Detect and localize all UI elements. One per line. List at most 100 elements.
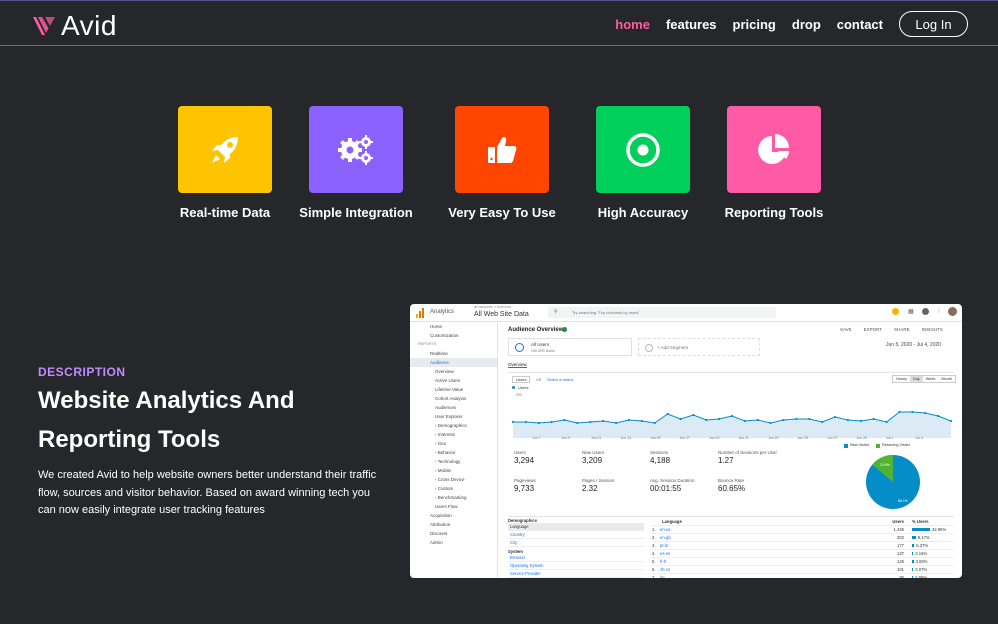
sidebar-item[interactable]: › Custom	[410, 484, 497, 493]
apps-grid-icon[interactable]: ▦	[908, 308, 914, 315]
add-segment[interactable]: + Add Segment	[638, 338, 760, 356]
ga-search[interactable]: ⚲ Try searching "Top channels by users"	[548, 307, 776, 318]
demo-language[interactable]: Language	[508, 523, 644, 531]
row-language[interactable]: de	[660, 574, 874, 578]
sidebar-item[interactable]: Audience	[410, 358, 497, 367]
share-button[interactable]: SHARE	[894, 327, 910, 332]
sys-os[interactable]: Operating System	[508, 562, 644, 570]
chart-point[interactable]	[821, 420, 824, 424]
sidebar-item[interactable]: Realtime	[410, 349, 497, 358]
chart-point[interactable]	[615, 421, 618, 425]
segment-all-users[interactable]: All Users 100.00% Users	[508, 338, 632, 356]
sidebar-item[interactable]: Home	[410, 322, 497, 331]
demo-city[interactable]: City	[508, 539, 644, 547]
sidebar-item[interactable]: › Mobile	[410, 466, 497, 475]
ga-property-select[interactable]: All Web Site Data	[474, 311, 529, 318]
sidebar-item[interactable]: › Demographics	[410, 421, 497, 430]
sidebar-item[interactable]: › Technology	[410, 457, 497, 466]
sidebar-item[interactable]: Admin	[410, 538, 497, 547]
help-icon[interactable]	[922, 308, 929, 315]
column-header[interactable]: Users	[874, 518, 904, 525]
avatar[interactable]	[948, 307, 957, 316]
table-row[interactable]: 2. en-gb 302 9.17%	[652, 534, 954, 542]
chart-point[interactable]	[679, 417, 682, 421]
chart-point[interactable]	[640, 419, 643, 423]
sidebar-item[interactable]: Audiences	[410, 403, 497, 412]
chart-point[interactable]	[718, 417, 721, 421]
table-row[interactable]: 5. fr-fr 126 3.83%	[652, 558, 954, 566]
table-row[interactable]: 1. en-us 1,446 42.95%	[652, 526, 954, 534]
select-metric-link[interactable]: Select a metric	[547, 377, 573, 382]
sidebar-item[interactable]: Users Flow	[410, 502, 497, 511]
granularity-day[interactable]: Day	[909, 376, 923, 382]
save-button[interactable]: SAVE	[840, 327, 852, 332]
table-row[interactable]: 4. es-es 137 3.16%	[652, 550, 954, 558]
sidebar-item[interactable]: User Explorer	[410, 412, 497, 421]
metric-select[interactable]: Users	[512, 376, 531, 383]
chart-point[interactable]	[937, 414, 940, 418]
chart-point[interactable]	[666, 412, 669, 416]
demo-country[interactable]: Country	[508, 531, 644, 539]
chart-point[interactable]	[782, 418, 785, 422]
sidebar-item[interactable]: Discover	[410, 529, 497, 538]
sidebar-item[interactable]: › Behavior	[410, 448, 497, 457]
column-header[interactable]: Language	[652, 518, 874, 525]
more-vert-icon[interactable]: ⋮	[936, 307, 942, 314]
sidebar-item[interactable]: › Cross Device	[410, 475, 497, 484]
chart-point[interactable]	[756, 418, 759, 422]
feature-reporting[interactable]: Reporting Tools	[704, 106, 844, 220]
chart-point[interactable]	[911, 410, 914, 414]
chart-point[interactable]	[730, 414, 734, 418]
row-language[interactable]: en-gb	[660, 534, 874, 541]
nav-home[interactable]: home	[615, 17, 650, 32]
notifications-icon[interactable]	[892, 308, 899, 315]
row-language[interactable]: es-es	[660, 550, 874, 557]
table-row[interactable]: 6. zh-cn 101 3.07%	[652, 566, 954, 574]
chart-point[interactable]	[885, 420, 888, 424]
chart-point[interactable]	[834, 415, 837, 419]
chart-point[interactable]	[872, 417, 875, 421]
chart-point[interactable]	[949, 419, 953, 423]
feature-easy[interactable]: Very Easy To Use	[432, 106, 572, 220]
chart-point[interactable]	[924, 411, 927, 415]
table-row[interactable]: 7. de 95 2.88%	[652, 574, 954, 578]
login-button[interactable]: Log In	[899, 11, 968, 37]
sidebar-item[interactable]: › Interests	[410, 430, 497, 439]
sys-provider[interactable]: Service Provider	[508, 570, 644, 578]
chart-point[interactable]	[627, 418, 630, 422]
chart-point[interactable]	[537, 421, 540, 425]
sys-browser[interactable]: Browser	[508, 554, 644, 562]
nav-pricing[interactable]: pricing	[733, 17, 776, 32]
chart-point[interactable]	[705, 418, 708, 422]
chart-point[interactable]	[524, 420, 527, 424]
feature-realtime[interactable]: Real-time Data	[155, 106, 295, 220]
sidebar-item[interactable]: › Geo	[410, 439, 497, 448]
chart-point[interactable]	[589, 420, 592, 424]
chart-point[interactable]	[743, 419, 746, 423]
chart-point[interactable]	[795, 417, 798, 421]
insights-button[interactable]: INSIGHTS	[922, 327, 943, 332]
row-language[interactable]: pt-br	[660, 542, 874, 549]
chart-point[interactable]	[846, 418, 849, 422]
sidebar-item[interactable]: Lifetime Value	[410, 385, 497, 394]
row-language[interactable]: fr-fr	[660, 558, 874, 565]
chart-point[interactable]	[602, 419, 605, 423]
nav-contact[interactable]: contact	[837, 17, 883, 32]
feature-integration[interactable]: Simple Integration	[286, 106, 426, 220]
sidebar-item[interactable]: Overview	[410, 367, 497, 376]
chart-point[interactable]	[653, 421, 656, 425]
export-button[interactable]: EXPORT	[864, 327, 882, 332]
granularity-month[interactable]: Month	[938, 376, 955, 382]
chart-point[interactable]	[898, 410, 901, 414]
chart-point[interactable]	[563, 418, 566, 422]
column-header[interactable]: % Users	[904, 518, 954, 525]
chart-point[interactable]	[769, 421, 772, 425]
date-range[interactable]: Jun 5, 2020 - Jul 4, 2020	[886, 342, 941, 348]
sidebar-item[interactable]: Acquisition	[410, 511, 497, 520]
row-language[interactable]: en-us	[660, 526, 874, 533]
chart-point[interactable]	[859, 419, 862, 423]
granularity-hourly[interactable]: Hourly	[893, 376, 910, 382]
tab-overview[interactable]: Overview	[508, 362, 527, 368]
chart-point[interactable]	[550, 420, 553, 424]
sidebar-item[interactable]: Customization	[410, 331, 497, 340]
